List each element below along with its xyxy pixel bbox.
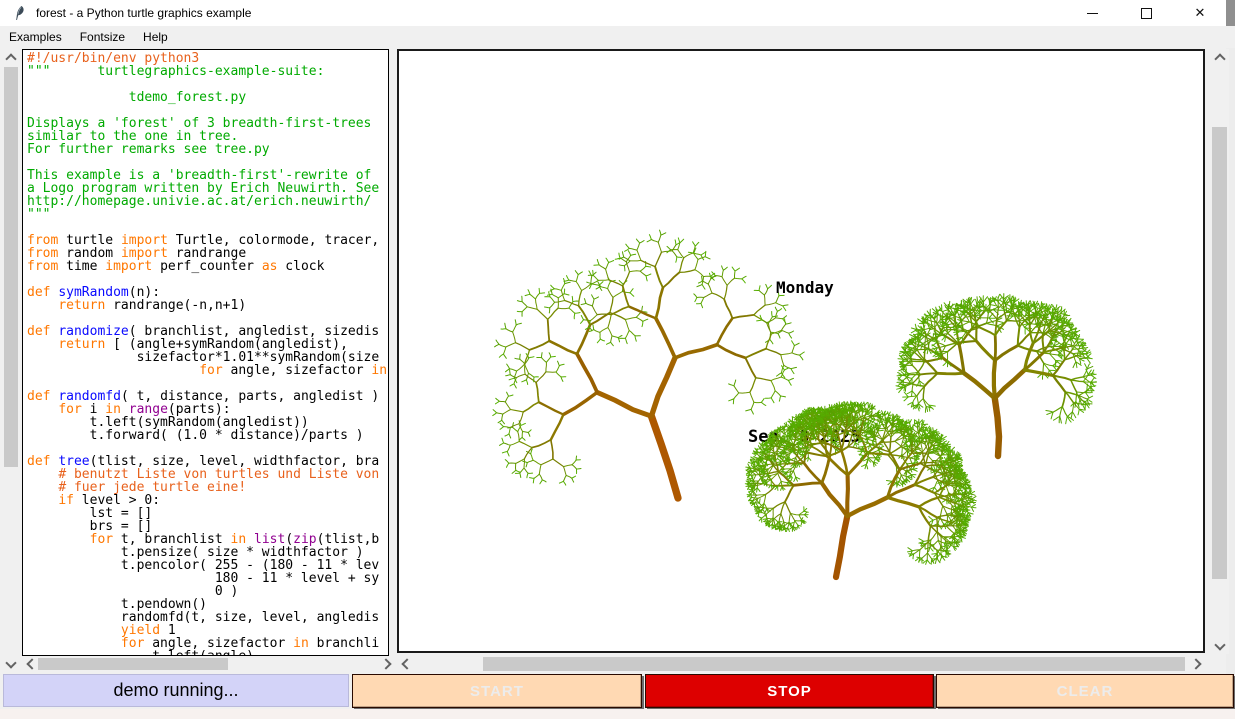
menu-examples[interactable]: Examples	[0, 28, 71, 46]
canvas-vertical-scrollbar[interactable]	[1210, 49, 1229, 654]
maximize-icon	[1141, 8, 1152, 19]
svg-text:Monday: Monday	[776, 278, 834, 297]
menu-help[interactable]: Help	[134, 28, 177, 46]
code-vertical-scrollbar[interactable]	[2, 49, 20, 672]
code-text[interactable]: #!/usr/bin/env python3""" turtlegraphics…	[22, 49, 389, 656]
start-button[interactable]: START	[352, 674, 642, 708]
status-message: demo running...	[3, 674, 349, 707]
window-bottom-edge	[0, 709, 1235, 719]
scroll-left-icon[interactable]	[22, 656, 38, 672]
canvas-vscroll-thumb[interactable]	[1212, 127, 1227, 579]
canvas-hscroll-thumb[interactable]	[483, 657, 1185, 671]
scroll-right-icon[interactable]	[1189, 656, 1205, 672]
turtle-canvas: MondaySep. 8 2025	[397, 49, 1205, 653]
scroll-down-icon[interactable]	[2, 656, 20, 672]
close-icon: ✕	[1195, 5, 1206, 21]
minimize-button[interactable]	[1077, 1, 1107, 25]
code-horizontal-scrollbar[interactable]	[22, 656, 395, 672]
close-button[interactable]: ✕	[1185, 1, 1215, 25]
scroll-right-icon[interactable]	[379, 656, 395, 672]
scroll-up-icon[interactable]	[1210, 49, 1229, 65]
menu-bar: Examples Fontsize Help	[0, 26, 1235, 48]
scroll-left-icon[interactable]	[397, 656, 413, 672]
maximize-button[interactable]	[1131, 1, 1161, 25]
turtledemo-window: { "window": { "title": "forest - a Pytho…	[0, 0, 1235, 719]
window-title: forest - a Python turtle graphics exampl…	[36, 6, 251, 20]
minimize-icon	[1087, 13, 1098, 14]
scroll-down-icon[interactable]	[1210, 638, 1229, 654]
turtle-drawing: MondaySep. 8 2025	[399, 51, 1203, 651]
python-icon	[12, 5, 28, 21]
clear-button[interactable]: CLEAR	[936, 674, 1234, 708]
menu-fontsize[interactable]: Fontsize	[71, 28, 134, 46]
title-bar: forest - a Python turtle graphics exampl…	[0, 0, 1235, 26]
code-hscroll-thumb[interactable]	[38, 658, 228, 670]
scroll-up-icon[interactable]	[2, 49, 20, 65]
code-vscroll-thumb[interactable]	[4, 67, 18, 467]
canvas-horizontal-scrollbar[interactable]	[397, 656, 1205, 672]
stop-button[interactable]: STOP	[645, 674, 934, 708]
